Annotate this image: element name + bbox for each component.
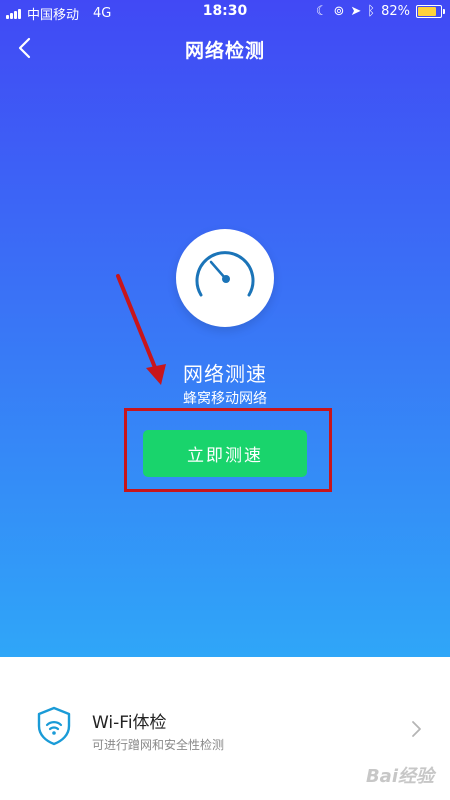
speed-test-title: 网络测速 <box>183 362 267 386</box>
watermark: Bai经验 <box>365 766 434 787</box>
bluetooth-icon: ᛒ <box>367 4 376 19</box>
speedometer-icon <box>176 229 274 327</box>
page-title: 网络检测 <box>184 40 265 62</box>
status-bar: 中国移动 4G 18:30 ☾ ⊚ ➤ ᛒ 82% <box>0 0 450 24</box>
chevron-right-icon <box>412 721 421 737</box>
lock-rotation-icon: ⊚ <box>333 4 345 19</box>
battery-icon <box>416 5 445 18</box>
speed-test-subtitle: 蜂窝移动网络 <box>183 391 267 407</box>
status-right: ☾ ⊚ ➤ ᛒ 82% <box>315 4 445 19</box>
location-icon: ➤ <box>350 4 362 19</box>
moon-icon: ☾ <box>315 4 328 19</box>
nav-bar: 网络检测 <box>0 26 450 70</box>
battery-percent: 82% <box>381 4 410 19</box>
hero-background <box>0 0 450 657</box>
annotation-highlight-box <box>124 408 332 492</box>
wifi-shield-icon <box>37 706 71 746</box>
wifi-check-title: Wi-Fi体检 <box>92 713 167 733</box>
wifi-check-subtitle: 可进行蹭网和安全性检测 <box>92 738 225 752</box>
annotation-arrow-icon <box>116 274 166 385</box>
wifi-check-card[interactable]: Wi-Fi体检 可进行蹭网和安全性检测 Bai经验 <box>0 657 450 800</box>
